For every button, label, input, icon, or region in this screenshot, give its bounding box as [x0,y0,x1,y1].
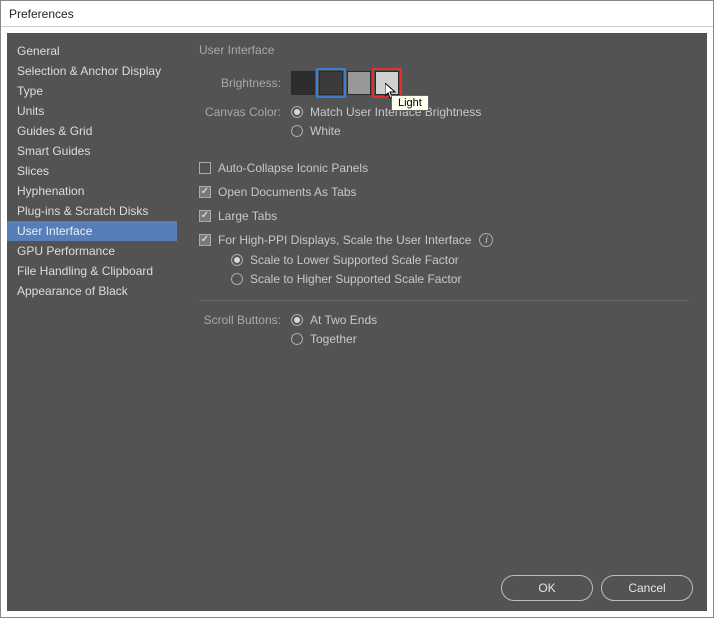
section-title: User Interface [199,43,689,57]
main-panel: User Interface Brightness: Light Canvas … [177,33,707,565]
brightness-tooltip: Light [391,95,429,111]
divider [199,300,689,301]
large-tabs-checkbox[interactable]: Large Tabs [199,209,689,223]
radio-icon [291,125,303,137]
sidebar-item[interactable]: General [7,41,177,61]
content-area: GeneralSelection & Anchor DisplayTypeUni… [7,33,707,565]
sidebar-item[interactable]: Plug-ins & Scratch Disks [7,201,177,221]
radio-option[interactable]: Scale to Lower Supported Scale Factor [231,253,689,267]
radio-option[interactable]: Together [291,332,377,346]
radio-icon [291,314,303,326]
high-ppi-checkbox[interactable]: For High-PPI Displays, Scale the User In… [199,233,689,247]
sidebar-item[interactable]: Hyphenation [7,181,177,201]
window-title: Preferences [9,7,74,21]
checkbox-label: For High-PPI Displays, Scale the User In… [218,233,471,247]
sidebar-item[interactable]: File Handling & Clipboard [7,261,177,281]
brightness-swatch-dark[interactable] [291,71,315,95]
brightness-swatch-medium-dark[interactable] [319,71,343,95]
radio-label: Scale to Lower Supported Scale Factor [250,253,459,267]
sidebar-item[interactable]: Smart Guides [7,141,177,161]
sidebar-item[interactable]: GPU Performance [7,241,177,261]
info-icon[interactable]: i [479,233,493,247]
radio-icon [291,106,303,118]
radio-label: Scale to Higher Supported Scale Factor [250,272,461,286]
radio-label: At Two Ends [310,313,377,327]
scroll-buttons-label: Scroll Buttons: [199,313,281,327]
radio-icon [291,333,303,345]
sidebar-item[interactable]: Guides & Grid [7,121,177,141]
checkbox-label: Large Tabs [218,209,277,223]
checkbox-label: Open Documents As Tabs [218,185,357,199]
radio-option[interactable]: Scale to Higher Supported Scale Factor [231,272,689,286]
canvas-color-options: Match User Interface Brightness White [291,105,481,143]
sidebar-item[interactable]: Units [7,101,177,121]
sidebar: GeneralSelection & Anchor DisplayTypeUni… [7,33,177,565]
checkbox-icon [199,210,211,222]
checkbox-icon [199,162,211,174]
sidebar-item[interactable]: Slices [7,161,177,181]
checkbox-icon [199,234,211,246]
checkbox-icon [199,186,211,198]
high-ppi-options: Scale to Lower Supported Scale Factor Sca… [231,253,689,286]
button-bar: OK Cancel [7,565,707,611]
radio-label: Together [310,332,357,346]
sidebar-item[interactable]: Type [7,81,177,101]
scroll-buttons-options: At Two Ends Together [291,313,377,351]
brightness-swatch-light[interactable] [375,71,399,95]
radio-option[interactable]: Match User Interface Brightness [291,105,481,119]
radio-icon [231,254,243,266]
brightness-row: Brightness: Light [199,71,689,95]
canvas-color-row: Canvas Color: Match User Interface Brigh… [199,105,689,143]
brightness-label: Brightness: [199,76,281,90]
window-titlebar: Preferences [1,1,713,27]
open-as-tabs-checkbox[interactable]: Open Documents As Tabs [199,185,689,199]
radio-option[interactable]: White [291,124,481,138]
sidebar-item[interactable]: User Interface [7,221,177,241]
sidebar-item[interactable]: Selection & Anchor Display [7,61,177,81]
brightness-swatches [291,71,399,95]
canvas-color-label: Canvas Color: [199,105,281,119]
radio-icon [231,273,243,285]
radio-label: White [310,124,341,138]
cancel-button[interactable]: Cancel [601,575,693,601]
scroll-buttons-row: Scroll Buttons: At Two Ends Together [199,313,689,351]
ok-button[interactable]: OK [501,575,593,601]
brightness-swatch-medium-light[interactable] [347,71,371,95]
checkbox-label: Auto-Collapse Iconic Panels [218,161,368,175]
body-frame: GeneralSelection & Anchor DisplayTypeUni… [7,33,707,611]
sidebar-item[interactable]: Appearance of Black [7,281,177,301]
radio-option[interactable]: At Two Ends [291,313,377,327]
auto-collapse-checkbox[interactable]: Auto-Collapse Iconic Panels [199,161,689,175]
preferences-window: Preferences GeneralSelection & Anchor Di… [0,0,714,618]
